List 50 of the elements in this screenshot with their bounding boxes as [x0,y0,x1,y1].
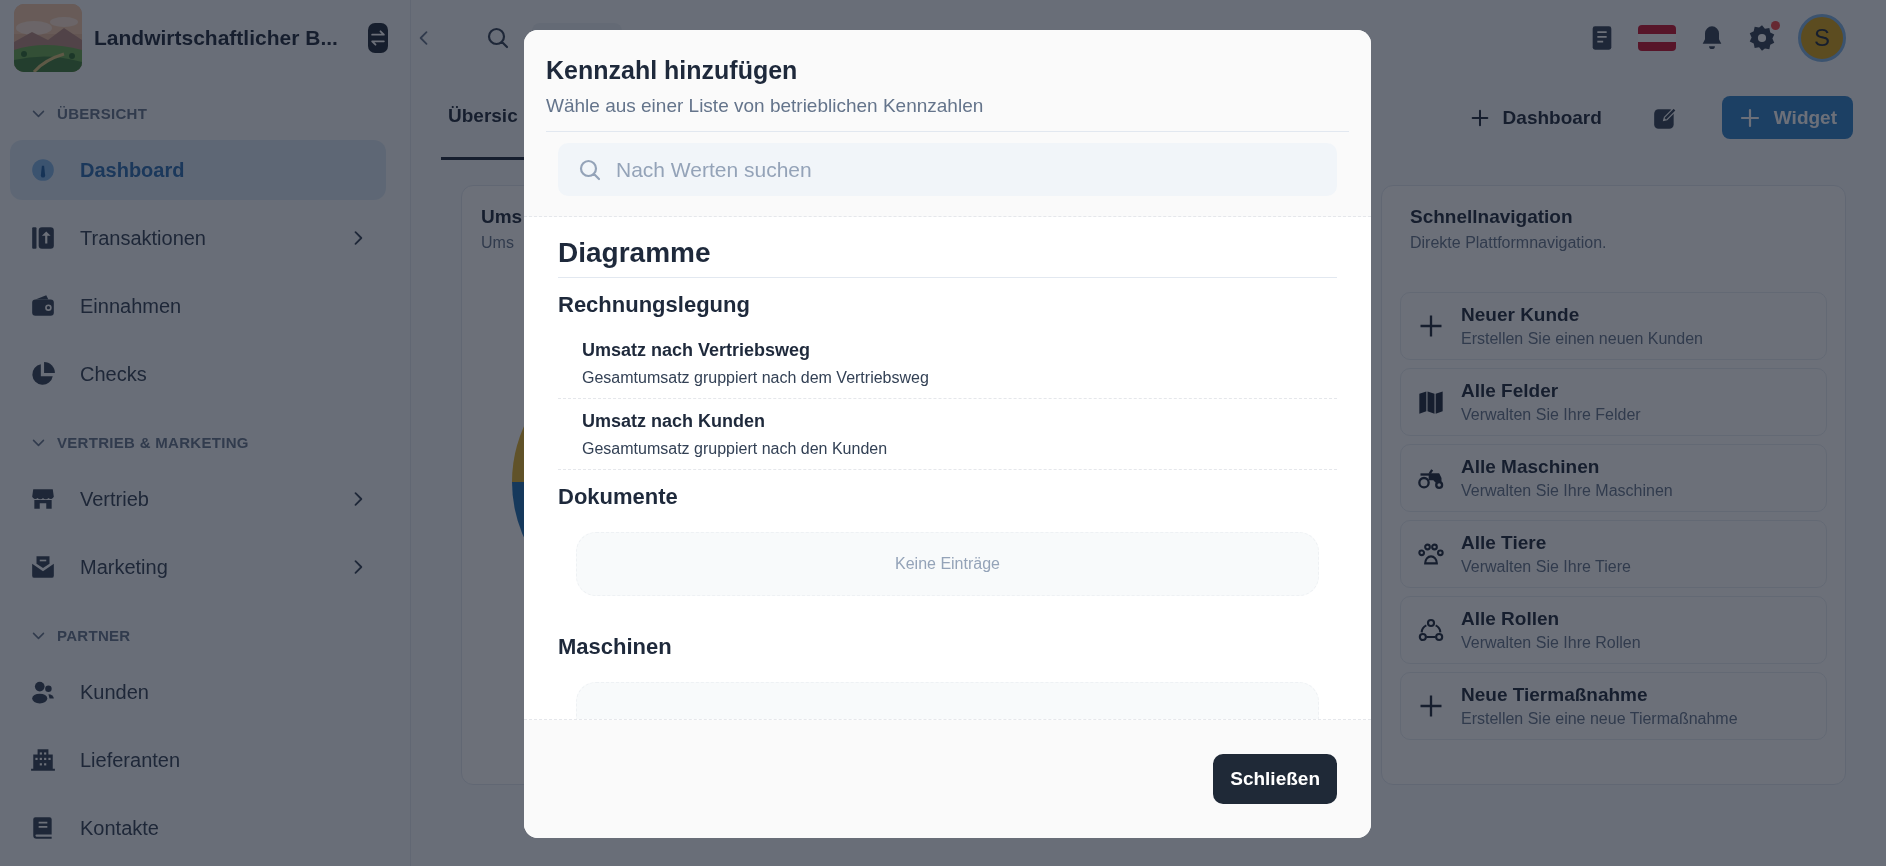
sidebar-item[interactable]: Kunden [10,662,386,722]
section-heading: VERTRIEB & MARKETING [57,433,249,451]
empty-state: Keine Einträge [576,532,1319,596]
quick-nav-item[interactable]: Alle Felder Verwalten Sie Ihre Felder [1400,368,1827,436]
quick-nav-item[interactable]: Neuer Kunde Erstellen Sie einen neuen Kunden [1400,292,1827,360]
sidebar-item[interactable]: Vertrieb [10,469,386,529]
language-button[interactable] [1638,24,1676,51]
switch-button[interactable] [367,22,388,53]
card-title: Schnellnavigation [1409,206,1574,228]
quick-nav-item[interactable]: Alle Rollen Verwalten Sie Ihre Rollen [1400,596,1827,664]
envelope-icon [30,554,56,580]
section-heading: PARTNER [57,626,131,644]
quick-nav-item[interactable]: Neue Tiermaßnahme Erstellen Sie eine neue Tiermaßnahme [1400,672,1827,740]
sidebar-item[interactable]: Marketing [10,537,386,597]
users-icon [30,679,56,705]
close-button[interactable]: Schließen [1213,754,1337,804]
card-subtitle: Ums [481,234,515,252]
category-heading: Rechnungslegung [558,291,751,319]
gauge-icon [30,157,56,183]
user-avatar[interactable]: S [1798,13,1846,62]
category-heading: Maschinen [558,633,673,661]
quick-nav-item[interactable]: Alle Tiere Verwalten Sie Ihre Tiere [1400,520,1827,588]
dialog-title: Kennzahl hinzufügen [546,56,799,85]
card-subtitle: Direkte Plattformnavigation. [1409,234,1608,252]
search-field[interactable]: Nach Werten suchen [558,143,1337,196]
section-heading: ÜBERSICHT [57,104,148,122]
sidebar-item[interactable]: Lieferanten [10,730,386,790]
sidebar-item[interactable]: Kontakte [10,798,386,858]
search-icon [486,25,510,50]
flag-icon [1638,24,1676,51]
sidebar-item[interactable]: Transaktionen [10,208,386,268]
search-icon [578,158,602,182]
sidebar-item[interactable]: Checks [10,344,386,404]
wallet-icon [30,293,56,319]
quick-nav-item[interactable]: Alle Maschinen Verwalten Sie Ihre Maschinen [1400,444,1827,512]
group-heading: Diagramme [558,227,1337,278]
add-dashboard-button[interactable]: Dashboard [1462,98,1608,137]
category-heading: Dokumente [558,483,679,511]
pie-icon [30,361,56,387]
roles-icon [1417,616,1445,644]
card-title: Ums [481,206,524,228]
transfer-icon [30,225,56,251]
add-widget-button[interactable]: Widget [1721,96,1853,139]
sidebar-item[interactable]: Einnahmen [10,276,386,336]
sidebar-item[interactable]: Dashboard [10,140,386,200]
store-icon [30,486,56,512]
company-name: Landwirtschaftlicher B... [94,25,338,50]
building-icon [30,747,56,773]
settings-icon [1748,23,1776,52]
search-button[interactable] [486,25,510,50]
